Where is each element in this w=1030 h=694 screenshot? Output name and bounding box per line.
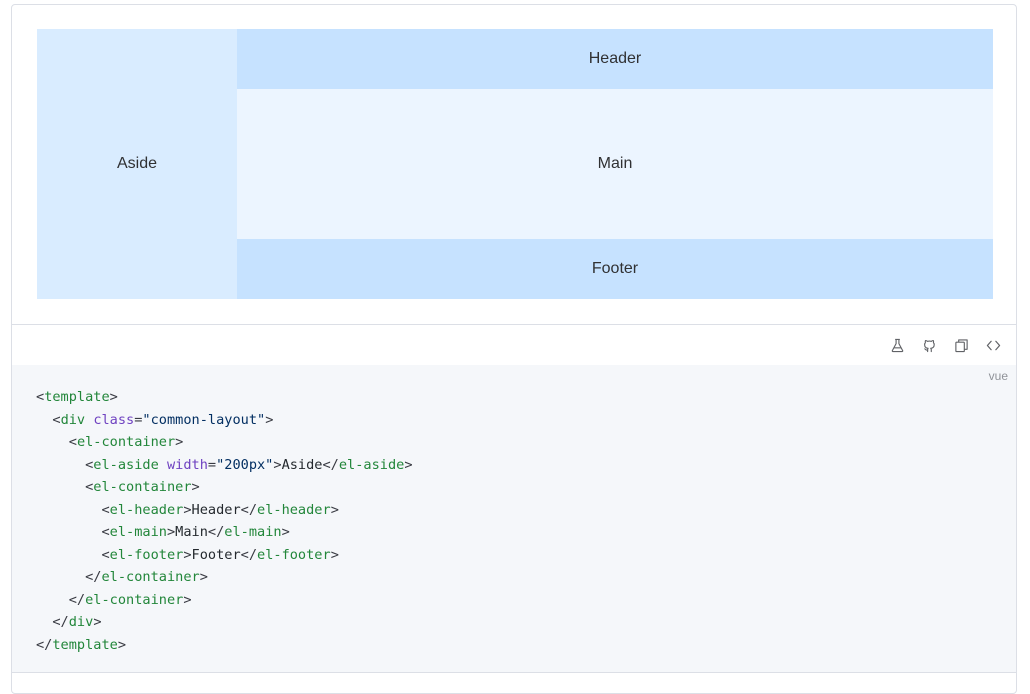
- code-token: el-main: [224, 524, 282, 540]
- code-line: <el-aside width="200px">Aside</el-aside>: [36, 456, 413, 473]
- code-token: >: [281, 524, 290, 540]
- footer-label: Footer: [591, 260, 639, 277]
- code-token: <: [101, 524, 110, 540]
- code-token: div: [60, 411, 86, 428]
- code-token: </: [207, 524, 225, 540]
- code-token: <: [36, 389, 45, 405]
- code-line: <template>: [36, 389, 118, 405]
- code-icon[interactable]: [984, 336, 1002, 354]
- code-token: </: [36, 636, 53, 653]
- code-token: >: [199, 569, 208, 585]
- code-token: el-main: [109, 524, 167, 540]
- code-line: <el-footer>Footer</el-footer>: [36, 546, 339, 563]
- main-label: Main: [597, 155, 633, 172]
- header-label: Header: [588, 50, 642, 67]
- code-line: <div class="common-layout">: [36, 412, 273, 428]
- code-token: el-footer: [257, 546, 331, 563]
- code-token: <: [101, 546, 110, 563]
- code-content: <template> <div class="common-layout"> <…: [36, 386, 413, 656]
- divider: [12, 672, 1016, 673]
- code-token: <: [68, 434, 77, 450]
- code-token: el-aside: [338, 456, 405, 473]
- code-token: >: [183, 591, 192, 608]
- code-token: el-container: [93, 479, 192, 495]
- code-token: >: [330, 546, 339, 563]
- code-line: <el-main>Main</el-main>: [36, 524, 290, 540]
- code-token: >: [404, 456, 413, 473]
- code-token: =: [207, 456, 217, 473]
- code-token: Main: [175, 524, 208, 540]
- code-line: </el-container>: [36, 569, 208, 585]
- code-token: >: [330, 501, 339, 518]
- code-token: >: [166, 524, 176, 540]
- code-token: </: [68, 591, 86, 608]
- code-token: </: [85, 569, 102, 585]
- code-token: </: [240, 546, 258, 563]
- code-token: el-container: [101, 569, 200, 585]
- code-token: Footer: [191, 546, 241, 563]
- code-token: div: [68, 614, 94, 630]
- code-token: >: [175, 434, 184, 450]
- code-token: >: [183, 501, 192, 518]
- code-token: el-container: [85, 591, 184, 608]
- code-line: </el-container>: [36, 592, 192, 608]
- code-token: width: [166, 456, 208, 473]
- demo-card: Aside Header Main Footer vue <template> …: [11, 4, 1017, 694]
- code-line: <el-container>: [36, 479, 200, 495]
- code-token: >: [265, 411, 274, 428]
- aside-region: Aside: [37, 29, 237, 299]
- code-token: Header: [191, 501, 241, 518]
- layout-preview: Aside Header Main Footer: [37, 29, 993, 299]
- code-token: >: [191, 479, 200, 495]
- code-token: >: [117, 636, 127, 653]
- copy-icon[interactable]: [952, 336, 970, 354]
- flask-icon[interactable]: [888, 336, 906, 354]
- code-token: >: [93, 614, 102, 630]
- code-token: <: [101, 501, 110, 518]
- code-token: "200px": [216, 456, 274, 473]
- code-token: el-header: [257, 501, 331, 518]
- code-block[interactable]: vue <template> <div class="common-layout…: [12, 365, 1016, 672]
- code-token: el-container: [76, 434, 176, 450]
- language-label: vue: [988, 369, 1008, 383]
- main-region: Main: [237, 89, 993, 239]
- github-icon[interactable]: [920, 336, 938, 354]
- code-token: >: [183, 546, 192, 563]
- code-line: <el-header>Header</el-header>: [36, 501, 339, 518]
- demo-toolbar: [12, 324, 1016, 365]
- code-token: </: [240, 501, 258, 518]
- code-token: template: [52, 636, 118, 653]
- code-line: </template>: [36, 637, 126, 653]
- code-line: </div>: [36, 614, 102, 630]
- code-token: </: [322, 456, 339, 473]
- aside-label: Aside: [116, 155, 158, 172]
- code-token: Aside: [281, 456, 323, 473]
- code-token: el-aside: [93, 456, 159, 473]
- footer-region: Footer: [237, 239, 993, 299]
- code-token: class: [93, 411, 135, 428]
- code-token: template: [44, 389, 110, 405]
- code-token: </: [52, 614, 69, 630]
- code-token: <: [52, 411, 61, 428]
- code-token: >: [109, 389, 118, 405]
- code-token: "common-layout": [142, 411, 266, 428]
- code-token: >: [273, 456, 282, 473]
- code-line: <el-container>: [36, 434, 184, 450]
- code-token: el-footer: [109, 546, 184, 563]
- header-region: Header: [237, 29, 993, 89]
- code-token: el-header: [109, 501, 184, 518]
